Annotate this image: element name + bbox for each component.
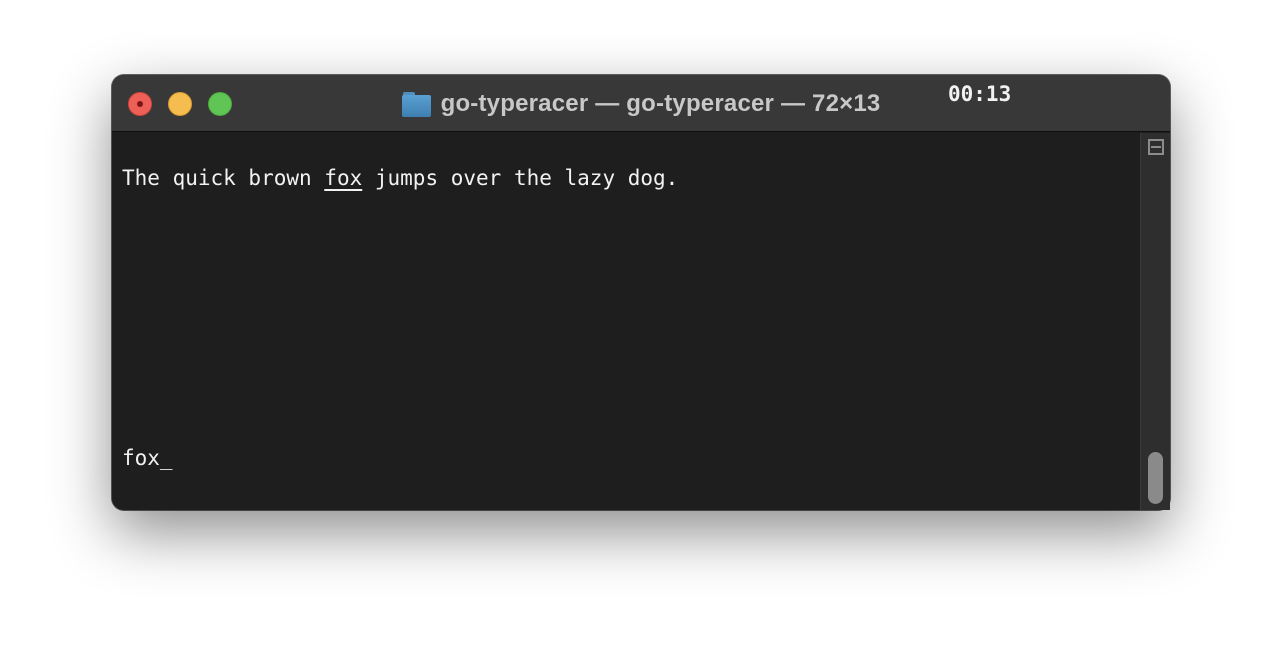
target-text-before: The quick brown <box>122 166 325 190</box>
window-title-group: go-typeracer — go-typeracer — 72×13 <box>112 89 1170 119</box>
typing-input[interactable]: fox_ <box>122 444 173 472</box>
terminal-window: go-typeracer — go-typeracer — 72×13 <box>112 75 1170 510</box>
target-text-after: jumps over the lazy dog. <box>362 166 679 190</box>
folder-icon <box>401 91 431 117</box>
target-sentence: The quick brown fox jumps over the lazy … <box>122 164 678 192</box>
scrollbar-thumb[interactable] <box>1148 452 1163 504</box>
current-word: fox <box>324 166 363 190</box>
window-title: go-typeracer — go-typeracer — 72×13 <box>440 90 881 117</box>
timer: 00:13 <box>948 82 1012 106</box>
title-bar[interactable]: go-typeracer — go-typeracer — 72×13 <box>112 75 1170 132</box>
split-pane-icon[interactable] <box>1148 139 1164 155</box>
